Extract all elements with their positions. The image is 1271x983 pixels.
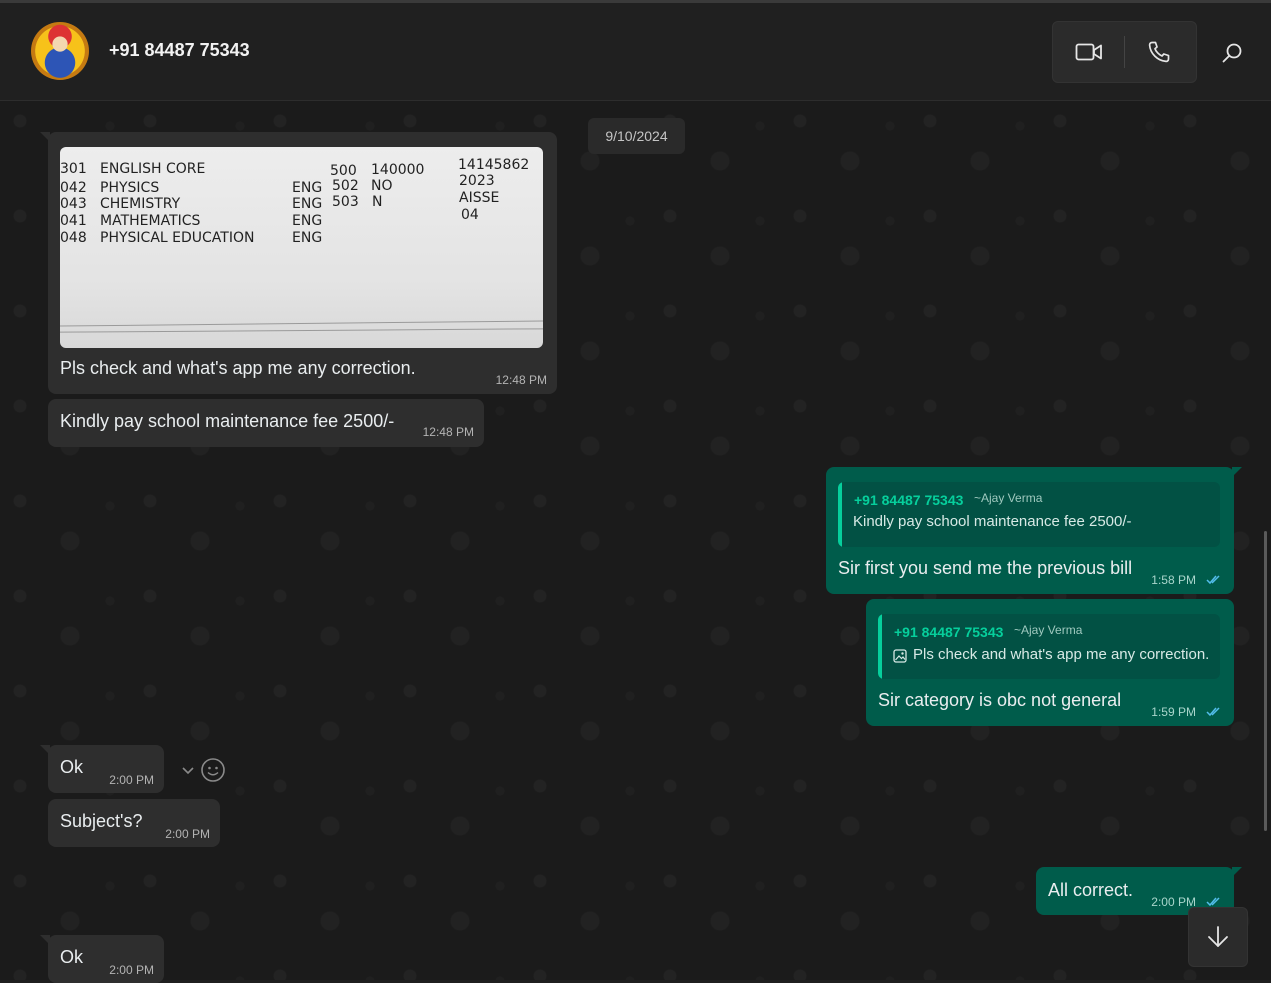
message-time: 1:58 PM [1151,573,1196,587]
message-text: All correct. [1048,880,1134,900]
message-text: Pls check and what's app me any correcti… [60,358,416,378]
image-cell: NO [371,178,393,194]
quoted-sender: +91 84487 75343 [854,492,964,508]
image-cell: 2023 [459,173,495,189]
message-time: 2:00 PM [1151,895,1196,909]
message-bubble-incoming[interactable]: Ok 2:00 PM [40,935,164,983]
message-hover-actions [180,753,234,787]
call-group-divider [1124,36,1125,68]
search-icon [1222,43,1242,63]
contact-name[interactable]: +91 84487 75343 [109,40,250,61]
quoted-sender: +91 84487 75343 [894,624,1004,640]
search-button[interactable] [1208,33,1256,73]
message-bubble-outgoing[interactable]: +91 84487 75343 ~Ajay Verma Pls check an… [866,599,1234,726]
message-text: Subject's? [60,811,143,831]
image-cell: 041 [60,213,87,229]
quoted-text: Pls check and what's app me any correcti… [913,646,1210,663]
read-receipt-icon [1206,575,1220,585]
message-text: Ok [60,757,84,777]
message-time: 1:59 PM [1151,705,1196,719]
image-cell: 048 [60,230,87,246]
message-text: Ok [60,947,84,967]
message-text: Sir category is obc not general [878,690,1122,710]
arrow-down-icon [1208,926,1228,947]
quote-accent-bar [838,482,842,547]
message-time: 12:48 PM [495,373,547,387]
image-cell: PHYSICS [100,180,160,196]
scroll-to-bottom-button[interactable] [1188,907,1248,967]
voice-call-button[interactable] [1129,22,1189,82]
image-cell: 500 [330,163,357,179]
paper-rule-line [60,320,543,327]
image-cell: 301 [60,161,87,177]
message-list[interactable]: 9/10/2024 301 ENGLISH CORE 500 140000 14… [0,101,1271,983]
message-text: Sir first you send me the previous bill [838,558,1133,578]
image-cell: 502 [332,178,359,194]
image-cell: 042 [60,180,87,196]
image-cell: ENG [292,180,323,196]
quoted-message[interactable]: +91 84487 75343 ~Ajay Verma Pls check an… [878,614,1220,679]
message-image[interactable]: 301 ENGLISH CORE 500 140000 14145862 042… [60,147,543,348]
image-cell: ENGLISH CORE [100,161,206,177]
message-bubble-outgoing[interactable]: +91 84487 75343 ~Ajay Verma Kindly pay s… [826,467,1242,594]
image-icon [893,649,907,663]
contact-avatar[interactable] [31,22,89,80]
message-time: 2:00 PM [109,773,154,787]
quoted-alias: ~Ajay Verma [1014,623,1083,637]
message-time: 2:00 PM [165,827,210,841]
image-cell: ENG [292,213,323,229]
image-cell: AISSE [459,190,500,206]
video-call-button[interactable] [1059,22,1119,82]
quoted-text: Kindly pay school maintenance fee 2500/- [853,513,1132,530]
image-cell: 503 [332,194,359,210]
image-cell: 14145862 [458,157,530,173]
message-text: Kindly pay school maintenance fee 2500/- [60,411,395,431]
chevron-down-icon[interactable] [180,762,196,778]
image-cell: 140000 [371,162,425,178]
phone-icon [1148,41,1170,63]
message-bubble-incoming[interactable]: 301 ENGLISH CORE 500 140000 14145862 042… [40,132,557,394]
read-receipt-icon [1206,897,1220,907]
message-bubble-incoming[interactable]: Subject's? 2:00 PM [48,799,220,847]
message-time: 12:48 PM [422,425,474,439]
image-cell: N [372,194,383,210]
image-cell: PHYSICAL EDUCATION [100,230,255,246]
image-cell: ENG [292,196,323,212]
image-cell: MATHEMATICS [100,213,201,229]
message-bubble-incoming[interactable]: Kindly pay school maintenance fee 2500/-… [48,399,484,447]
image-cell: ENG [292,230,323,246]
quoted-alias: ~Ajay Verma [974,491,1043,505]
quoted-message[interactable]: +91 84487 75343 ~Ajay Verma Kindly pay s… [838,482,1220,547]
quote-accent-bar [878,614,882,679]
paper-rule-line [60,328,543,333]
image-cell: CHEMISTRY [100,196,181,212]
image-cell: 04 [461,207,479,223]
read-receipt-icon [1206,707,1220,717]
image-cell: 043 [60,196,87,212]
call-button-group [1052,21,1197,83]
chat-scrollbar[interactable] [1264,531,1267,831]
emoji-reaction-icon[interactable] [200,757,226,783]
video-camera-icon [1075,43,1102,61]
date-separator: 9/10/2024 [588,118,685,154]
message-time: 2:00 PM [109,963,154,977]
chat-header: +91 84487 75343 [0,3,1271,101]
message-bubble-incoming[interactable]: Ok 2:00 PM [40,745,164,793]
